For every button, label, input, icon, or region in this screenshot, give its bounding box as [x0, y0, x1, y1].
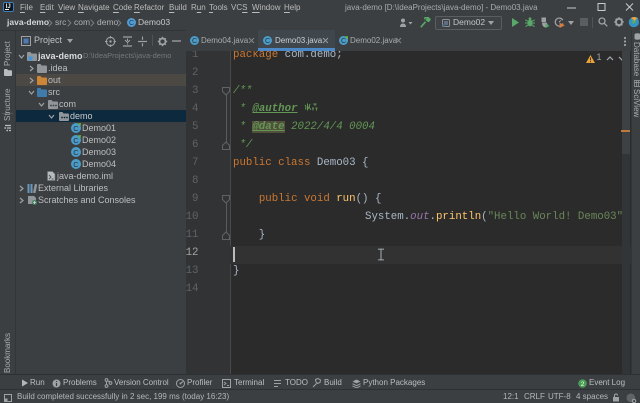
svg-text:C: C [341, 38, 346, 45]
svg-text:2: 2 [581, 381, 585, 388]
svg-text:C: C [129, 20, 134, 27]
svg-text:C: C [265, 38, 270, 45]
svg-text:C: C [73, 160, 79, 169]
svg-text:C: C [73, 136, 79, 145]
svg-text:C: C [73, 148, 79, 157]
svg-text:C: C [192, 38, 197, 45]
svg-text:C: C [73, 124, 79, 133]
